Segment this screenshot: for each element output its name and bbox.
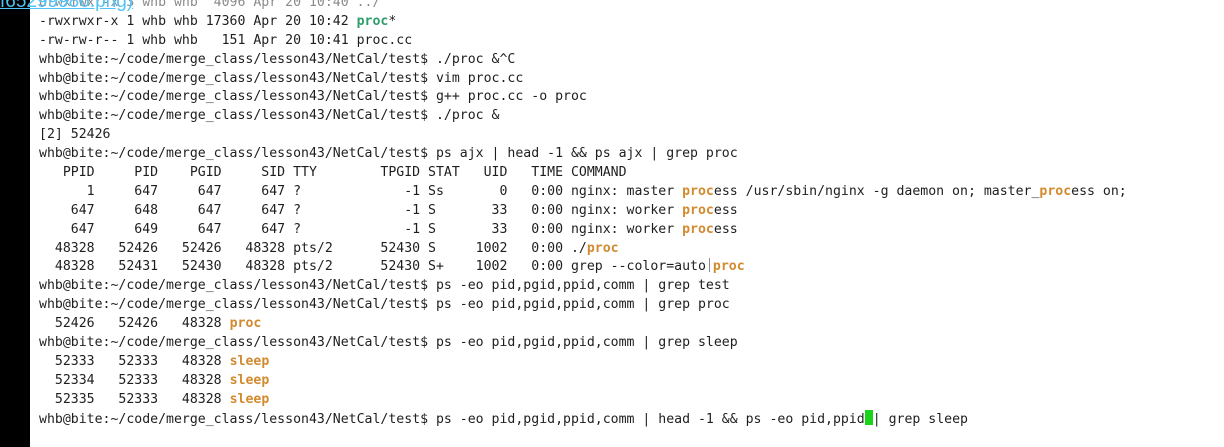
- grep-match-text: sleep: [229, 391, 270, 407]
- text-cursor: [864, 409, 873, 425]
- terminal-line: -rw-rw-r-- 1 whb whb 151 Apr 20 10:41 pr…: [39, 32, 1224, 51]
- grep-match-text: proc: [682, 202, 714, 218]
- terminal-text: whb@bite:~/code/merge_class/lesson43/Net…: [39, 51, 516, 67]
- terminal-text: whb@bite:~/code/merge_class/lesson43/Net…: [39, 70, 524, 86]
- terminal-line: 1 647 647 647 ? -1 Ss 0 0:00 nginx: mast…: [39, 183, 1224, 202]
- terminal-text: ess: [713, 221, 738, 237]
- terminal-line: 48328 52426 52426 48328 pts/2 52430 S 10…: [39, 240, 1224, 259]
- terminal-line: -rwxrwxr-x 1 whb whb 17360 Apr 20 10:42 …: [39, 13, 1224, 32]
- terminal-line: whb@bite:~/code/merge_class/lesson43/Net…: [39, 334, 1224, 353]
- terminal-text: whb@bite:~/code/merge_class/lesson43/Net…: [39, 108, 500, 124]
- terminal-text: 52334 52333 48328: [39, 372, 230, 388]
- grep-match-text: proc: [712, 259, 745, 275]
- terminal-line: whb@bite:~/code/merge_class/lesson43/Net…: [39, 70, 1224, 89]
- terminal-text: ess /usr/sbin/nginx -g daemon on; master…: [713, 183, 1040, 199]
- terminal-text: whb@bite:~/code/merge_class/lesson43/Net…: [39, 411, 865, 427]
- terminal-text: 48328 52426 52426 48328 pts/2 52430 S 10…: [39, 240, 587, 256]
- terminal-line: drwxrwxr-x 3 whb whb 4096 Apr 20 10:40 .…: [39, 0, 1224, 13]
- image-link[interactable]: f65299986.png): [0, 0, 133, 13]
- grep-match-text: sleep: [229, 353, 270, 369]
- terminal-text: ess: [713, 202, 738, 218]
- terminal-text: 52335 52333 48328: [39, 391, 230, 407]
- terminal-line: 647 649 647 647 ? -1 S 33 0:00 nginx: wo…: [39, 221, 1224, 240]
- terminal-text: 647 649 647 647 ? -1 S 33 0:00 nginx: wo…: [39, 221, 683, 237]
- terminal-line: whb@bite:~/code/merge_class/lesson43/Net…: [39, 51, 1224, 70]
- terminal-text: whb@bite:~/code/merge_class/lesson43/Net…: [39, 297, 730, 313]
- terminal-text: ess on;: [1071, 183, 1127, 199]
- terminal-text: -rw-rw-r-- 1 whb whb 151 Apr 20 10:41 pr…: [39, 32, 413, 48]
- terminal-text: [2] 52426: [39, 127, 111, 143]
- terminal-line: whb@bite:~/code/merge_class/lesson43/Net…: [39, 277, 1224, 296]
- executable-name: proc: [356, 13, 389, 29]
- terminal-text: whb@bite:~/code/merge_class/lesson43/Net…: [39, 89, 587, 105]
- terminal-text: 52333 52333 48328: [39, 353, 230, 369]
- grep-match-text: proc: [1039, 183, 1072, 199]
- terminal-line: 52333 52333 48328 sleep: [39, 353, 1224, 372]
- terminal-text: -rwxrwxr-x 1 whb whb 17360 Apr 20 10:42: [39, 13, 357, 29]
- terminal-line: 52334 52333 48328 sleep: [39, 372, 1224, 391]
- terminal-line: 52335 52333 48328 sleep: [39, 391, 1224, 410]
- terminal-line: whb@bite:~/code/merge_class/lesson43/Net…: [39, 88, 1224, 107]
- left-black-bar: [0, 0, 30, 447]
- terminal-line: PPID PID PGID SID TTY TPGID STAT UID TIM…: [39, 164, 1224, 183]
- terminal-line: whb@bite:~/code/merge_class/lesson43/Net…: [39, 296, 1224, 315]
- terminal-output[interactable]: drwxrwxr-x 3 whb whb 4096 Apr 20 10:40 .…: [39, 0, 1224, 428]
- mouse-ibeam-icon: [708, 258, 710, 273]
- grep-match-text: proc: [586, 240, 619, 256]
- terminal-line: whb@bite:~/code/merge_class/lesson43/Net…: [39, 107, 1224, 126]
- terminal-text: 647 648 647 647 ? -1 S 33 0:00 nginx: wo…: [39, 202, 683, 218]
- terminal-line: 52426 52426 48328 proc: [39, 315, 1224, 334]
- terminal-line: [2] 52426: [39, 126, 1224, 145]
- terminal-line: 48328 52431 52430 48328 pts/2 52430 S+ 1…: [39, 258, 1224, 277]
- terminal-line: whb@bite:~/code/merge_class/lesson43/Net…: [39, 145, 1224, 164]
- terminal-line: 647 648 647 647 ? -1 S 33 0:00 nginx: wo…: [39, 202, 1224, 221]
- grep-match-text: proc: [229, 316, 262, 332]
- terminal-text: whb@bite:~/code/merge_class/lesson43/Net…: [39, 146, 738, 162]
- grep-match-text: sleep: [229, 372, 270, 388]
- grep-match-text: proc: [682, 221, 714, 237]
- terminal-text: | grep sleep: [872, 411, 968, 427]
- terminal-text: whb@bite:~/code/merge_class/lesson43/Net…: [39, 278, 730, 294]
- terminal-text: 48328 52431 52430 48328 pts/2 52430 S+ 1…: [39, 259, 706, 275]
- terminal-text: PPID PID PGID SID TTY TPGID STAT UID TIM…: [39, 165, 627, 181]
- terminal-text: *: [388, 13, 397, 29]
- terminal-text: 1 647 647 647 ? -1 Ss 0 0:00 nginx: mast…: [39, 183, 683, 199]
- grep-match-text: proc: [682, 183, 714, 199]
- terminal-line: whb@bite:~/code/merge_class/lesson43/Net…: [39, 409, 1224, 429]
- terminal-text: whb@bite:~/code/merge_class/lesson43/Net…: [39, 335, 738, 351]
- terminal-text: 52426 52426 48328: [39, 316, 230, 332]
- screenshot-page: f65299986.png) drwxrwxr-x 3 whb whb 4096…: [0, 0, 1224, 447]
